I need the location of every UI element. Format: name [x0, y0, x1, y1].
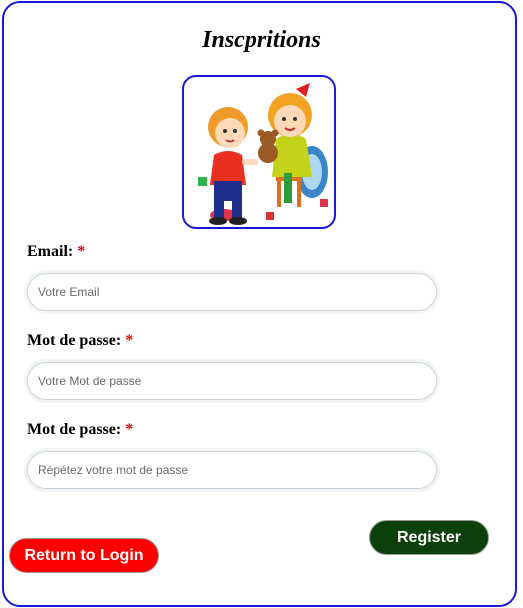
email-label: Email: *	[27, 243, 85, 261]
email-input[interactable]	[27, 273, 437, 311]
required-mark: *	[125, 332, 134, 349]
register-button[interactable]: Register	[369, 520, 489, 555]
page-title: Inscpritions	[202, 27, 321, 53]
required-mark: *	[125, 421, 134, 438]
return-to-login-button[interactable]: Return to Login	[9, 538, 159, 573]
children-illustration-icon	[198, 83, 328, 225]
confirm-password-label: Mot de passe: *	[27, 421, 133, 439]
password-input[interactable]	[27, 362, 437, 400]
confirm-password-input[interactable]	[27, 451, 437, 489]
required-mark: *	[77, 243, 86, 260]
email-label-text: Email:	[27, 243, 74, 260]
confirm-password-label-text: Mot de passe:	[27, 421, 122, 438]
password-label-text: Mot de passe:	[27, 332, 122, 349]
password-label: Mot de passe: *	[27, 332, 133, 350]
children-illustration	[182, 75, 336, 229]
